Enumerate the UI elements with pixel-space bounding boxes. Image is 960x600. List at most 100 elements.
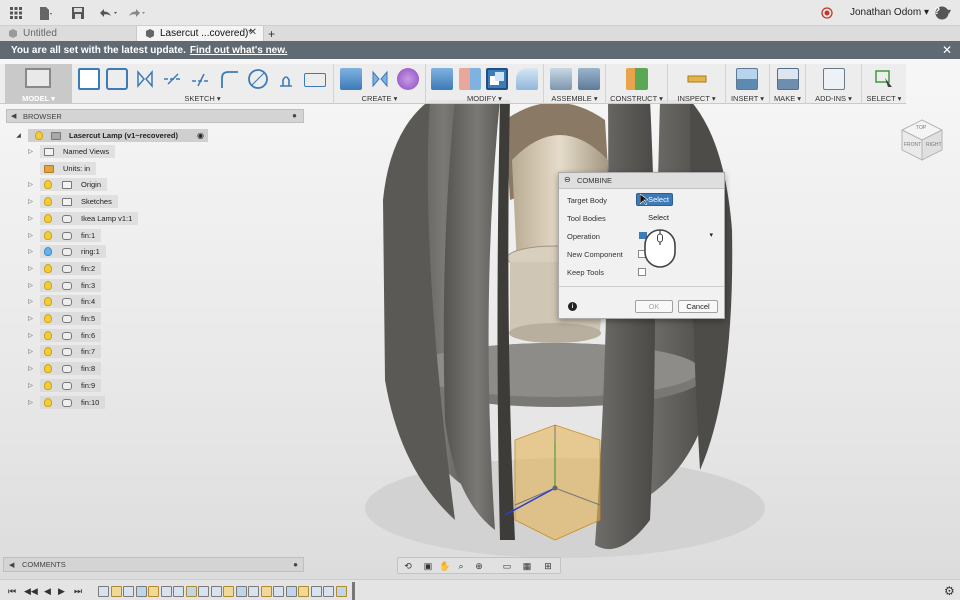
dialog-header[interactable]: ⊖ COMBINE xyxy=(559,173,724,189)
sketch-menu-label[interactable]: SKETCH ▾ xyxy=(72,94,333,103)
line-icon[interactable] xyxy=(162,68,184,90)
tree-root[interactable]: Lasercut Lamp (v1~recovered) ◉ xyxy=(28,129,208,142)
expand-icon[interactable]: ▷ xyxy=(27,148,34,155)
step-back-icon[interactable]: ◀◀ xyxy=(24,586,38,597)
timeline-feature[interactable] xyxy=(160,586,172,597)
fit-icon[interactable]: ⊕ xyxy=(474,561,484,571)
offset-line-icon[interactable] xyxy=(190,68,212,90)
visibility-bulb-icon[interactable] xyxy=(44,281,52,290)
tab-lasercut-lamp[interactable]: Lasercut ...covered)* ✕ xyxy=(137,26,264,41)
revolve-icon[interactable] xyxy=(369,68,391,90)
timeline-feature[interactable] xyxy=(235,586,247,597)
fillet-icon[interactable] xyxy=(218,68,240,90)
expand-icon[interactable]: ▷ xyxy=(27,399,34,406)
go-to-start-icon[interactable]: ⏮ xyxy=(8,586,16,597)
expand-icon[interactable]: ▷ xyxy=(27,215,34,222)
3d-print-icon[interactable] xyxy=(777,68,799,90)
redo-icon[interactable] xyxy=(126,5,148,21)
new-tab-button[interactable]: + xyxy=(264,26,282,41)
tree-item[interactable]: fin:8 xyxy=(40,362,102,375)
visibility-bulb-icon[interactable] xyxy=(44,381,52,390)
visibility-bulb-icon[interactable] xyxy=(44,364,52,373)
visibility-bulb-icon[interactable] xyxy=(44,214,52,223)
tree-item[interactable]: fin:9 xyxy=(40,379,102,392)
joint-icon[interactable] xyxy=(578,68,600,90)
browser-header[interactable]: ◀ BROWSER ● xyxy=(6,109,304,123)
assemble-menu-label[interactable]: ASSEMBLE ▾ xyxy=(544,94,605,103)
grid-icon[interactable]: ▦ xyxy=(522,561,532,571)
timeline-feature[interactable] xyxy=(185,586,197,597)
expand-icon[interactable]: ▷ xyxy=(27,198,34,205)
expand-icon[interactable]: ◢ xyxy=(15,132,22,139)
visibility-bulb-icon[interactable] xyxy=(44,180,52,189)
ok-button[interactable]: OK xyxy=(635,300,673,313)
insert-image-icon[interactable] xyxy=(736,68,758,90)
visibility-bulb-icon[interactable] xyxy=(44,264,52,273)
timeline-feature[interactable] xyxy=(123,586,134,597)
visibility-bulb-icon[interactable] xyxy=(44,297,52,306)
expand-icon[interactable]: ▷ xyxy=(27,332,34,339)
timeline-feature[interactable] xyxy=(135,586,147,597)
expand-icon[interactable]: ▷ xyxy=(27,248,34,255)
mirror-icon[interactable] xyxy=(134,68,156,90)
pin-icon[interactable]: ● xyxy=(293,560,298,569)
extrude-icon[interactable] xyxy=(340,68,362,90)
expand-icon[interactable]: ▷ xyxy=(27,232,34,239)
orbit-icon[interactable]: ⟲ xyxy=(403,561,413,571)
tab-untitled[interactable]: Untitled xyxy=(0,26,137,41)
collapse-icon[interactable]: ◀ xyxy=(9,561,14,569)
tree-item[interactable]: Ikea Lamp v1:1 xyxy=(40,212,139,225)
tree-item[interactable]: fin:4 xyxy=(40,295,102,308)
banner-link[interactable]: Find out what's new. xyxy=(190,45,288,56)
select-arrow-icon[interactable] xyxy=(873,68,895,90)
timeline-feature[interactable] xyxy=(198,586,209,597)
undo-icon[interactable] xyxy=(97,5,119,21)
tree-item[interactable]: Named Views xyxy=(40,145,116,158)
create-menu-label[interactable]: CREATE ▾ xyxy=(334,94,425,103)
visibility-bulb-icon[interactable] xyxy=(44,197,52,206)
collapse-icon[interactable]: ◀ xyxy=(11,112,16,120)
rectangle-icon[interactable] xyxy=(304,73,326,87)
pin-icon[interactable]: ● xyxy=(292,111,297,120)
visibility-bulb-icon[interactable] xyxy=(44,331,52,340)
tree-item[interactable]: fin:1 xyxy=(40,229,102,242)
timeline-feature[interactable] xyxy=(248,586,259,597)
tree-item[interactable]: fin:2 xyxy=(40,262,102,275)
make-menu-label[interactable]: MAKE ▾ xyxy=(770,94,805,103)
press-pull-icon[interactable] xyxy=(431,68,453,90)
viewports-icon[interactable]: ⊞ xyxy=(543,561,553,571)
file-menu-icon[interactable] xyxy=(38,5,54,21)
offset-plane-icon[interactable] xyxy=(626,68,648,90)
stop-sketch-icon[interactable] xyxy=(106,68,128,90)
visibility-bulb-icon[interactable] xyxy=(35,131,43,140)
scripts-icon[interactable] xyxy=(823,68,845,90)
timeline-feature[interactable] xyxy=(323,586,334,597)
expand-icon[interactable] xyxy=(27,165,34,172)
visibility-bulb-icon[interactable] xyxy=(44,398,52,407)
record-icon[interactable] xyxy=(819,5,835,21)
play-icon[interactable]: ▶ xyxy=(58,586,65,597)
info-icon[interactable]: i xyxy=(568,302,577,311)
visibility-bulb-icon[interactable] xyxy=(44,347,52,356)
visibility-bulb-icon[interactable] xyxy=(44,247,52,256)
tree-item[interactable]: fin:5 xyxy=(40,312,102,325)
measure-icon[interactable] xyxy=(686,68,708,90)
play-back-icon[interactable]: ◀ xyxy=(44,586,51,597)
circle-icon[interactable] xyxy=(247,68,269,90)
gear-icon[interactable]: ⚙ xyxy=(944,584,955,598)
collapse-dialog-icon[interactable]: ⊖ xyxy=(564,175,571,184)
addins-menu-label[interactable]: ADD-INS ▾ xyxy=(806,94,861,103)
close-icon[interactable]: ✕ xyxy=(942,43,952,57)
app-grid-icon[interactable] xyxy=(8,5,24,21)
cancel-button[interactable]: Cancel xyxy=(678,300,718,313)
timeline-feature[interactable] xyxy=(210,586,222,597)
close-tab-icon[interactable]: ✕ xyxy=(249,27,257,38)
timeline-feature[interactable] xyxy=(173,586,184,597)
timeline-marker[interactable] xyxy=(352,582,355,600)
fillet-modify-icon[interactable] xyxy=(516,68,538,90)
go-to-end-icon[interactable]: ⏭ xyxy=(74,586,82,597)
combine-icon[interactable] xyxy=(486,68,508,90)
tree-item[interactable]: fin:10 xyxy=(40,396,106,409)
expand-icon[interactable]: ▷ xyxy=(27,282,34,289)
workspace-switcher[interactable]: MODEL ▾ xyxy=(5,64,72,104)
